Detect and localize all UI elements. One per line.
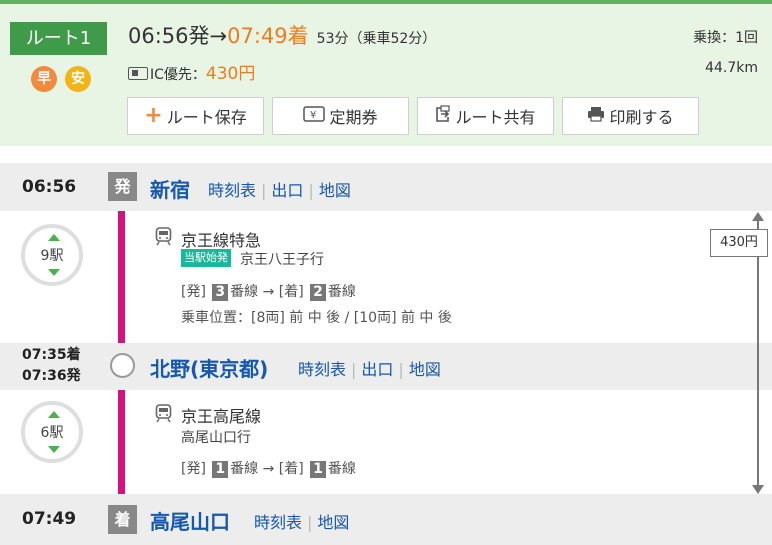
yen-pass-icon: ¥	[303, 106, 326, 126]
origin-badge: 当駅始発	[181, 249, 231, 267]
printer-icon	[587, 106, 605, 126]
save-route-label: ルート保存	[166, 108, 247, 127]
timetable-link[interactable]: 時刻表	[298, 360, 346, 379]
destination: 高尾山口行	[181, 430, 251, 446]
stop-count-toggle[interactable]: 6駅	[21, 401, 83, 463]
timetable-link[interactable]: 時刻表	[208, 181, 256, 200]
car-position: 乗車位置：[8両] 前 中 後 / [10両] 前 中 後	[181, 310, 452, 326]
arrival-time: 07:35着	[22, 347, 81, 363]
link-separator: |	[261, 181, 267, 200]
platform-dep-number: 3	[212, 284, 229, 301]
plus-icon: +	[144, 103, 163, 128]
platform-unit: 番線	[327, 461, 356, 477]
station-links: 時刻表 | 地図	[254, 509, 349, 533]
expand-down-icon	[48, 446, 60, 453]
platform-dep-label: [発]	[181, 461, 206, 477]
map-link[interactable]: 地図	[409, 360, 441, 379]
train-icon	[155, 227, 172, 246]
svg-text:¥: ¥	[310, 110, 316, 121]
link-separator: |	[398, 360, 404, 379]
platform-dep-number: 1	[212, 461, 229, 478]
platform-dep-label: [発]	[181, 284, 206, 300]
share-route-button[interactable]: ルート共有	[417, 97, 554, 135]
line-name: 京王高尾線	[181, 407, 262, 426]
expand-up-icon	[48, 234, 60, 241]
platform-arr-label: [着]	[278, 284, 304, 300]
map-link[interactable]: 地図	[319, 181, 351, 200]
expand-up-icon	[48, 411, 60, 418]
save-route-button[interactable]: + ルート保存	[127, 97, 264, 135]
route-label: ルート1	[10, 22, 107, 55]
route-summary: ルート1 早 安 06:56発→07:49着 53分（乗車52分） IC優先：43…	[0, 0, 772, 146]
destination: 京王八王子行	[240, 252, 324, 268]
timetable-link[interactable]: 時刻表	[254, 513, 302, 532]
exit-link[interactable]: 出口	[271, 181, 303, 200]
link-separator: |	[351, 360, 357, 379]
expand-down-icon	[48, 269, 60, 276]
cheapest-badge-icon: 安	[65, 66, 91, 92]
station-name-link[interactable]: 高尾山口	[150, 506, 230, 535]
platform-unit: 番線	[327, 284, 356, 300]
arrow-glyph: →	[262, 461, 275, 477]
map-link[interactable]: 地図	[317, 513, 349, 532]
station-links: 時刻表 | 出口 | 地図	[208, 177, 351, 201]
platform-arr-number: 2	[310, 284, 326, 301]
transfer-node	[110, 353, 135, 378]
stop-count: 9駅	[40, 248, 64, 264]
platform-info: [発] 1 番線 → [着] 1 番線	[181, 458, 356, 478]
departure-time: 07:36発	[22, 368, 81, 384]
arrow-glyph: →	[209, 24, 228, 48]
link-separator: |	[307, 513, 313, 532]
print-label: 印刷する	[609, 108, 674, 127]
stop-count: 6駅	[40, 425, 64, 441]
train-icon	[155, 404, 172, 423]
segment-fare-box: 430円	[710, 229, 768, 257]
station-links: 時刻表 | 出口 | 地図	[298, 356, 441, 380]
ic-label: IC優先：	[150, 67, 206, 83]
station-time: 06:56	[22, 177, 77, 197]
fare-value: 430円	[205, 64, 256, 84]
station-name-link[interactable]: 北野(東京都)	[150, 353, 268, 382]
departure-marker: 発	[108, 172, 137, 201]
station-times: 07:35着 07:36発	[22, 345, 81, 387]
ic-card-icon	[128, 67, 148, 80]
route-times: 06:56発→07:49着 53分（乗車52分）	[128, 20, 436, 50]
station-time: 07:49	[22, 509, 77, 529]
arrow-glyph: →	[262, 284, 275, 300]
arrival-marker: 着	[108, 505, 137, 534]
commuter-pass-label: 定期券	[329, 108, 378, 127]
link-separator: |	[308, 181, 314, 200]
share-icon	[435, 105, 451, 127]
platform-arr-number: 1	[310, 461, 326, 478]
platform-unit: 番線	[230, 461, 259, 477]
exit-link[interactable]: 出口	[361, 360, 393, 379]
transfer-count: 乗換：1回	[693, 30, 758, 46]
station-row-takaosanguchi: 07:49 着 高尾山口 時刻表 | 地図	[0, 494, 772, 545]
station-name-link[interactable]: 新宿	[150, 174, 190, 203]
platform-arr-label: [着]	[278, 461, 304, 477]
line-name: 京王線特急	[181, 231, 262, 250]
duration: 53分（乗車52分）	[316, 31, 437, 47]
arrival-time: 07:49着	[227, 24, 309, 48]
fare-line: IC優先：430円	[128, 59, 255, 84]
stop-count-toggle[interactable]: 9駅	[21, 224, 83, 286]
fastest-badge-icon: 早	[31, 66, 57, 92]
share-route-label: ルート共有	[455, 108, 536, 127]
station-row-shinjuku: 06:56 発 新宿 時刻表 | 出口 | 地図	[0, 163, 772, 211]
commuter-pass-button[interactable]: ¥ 定期券	[272, 97, 409, 135]
departure-time: 06:56発	[128, 24, 210, 48]
print-button[interactable]: 印刷する	[562, 97, 699, 135]
platform-info: [発] 3 番線 → [着] 2 番線	[181, 281, 356, 301]
platform-unit: 番線	[230, 284, 259, 300]
distance: 44.7km	[705, 60, 758, 76]
